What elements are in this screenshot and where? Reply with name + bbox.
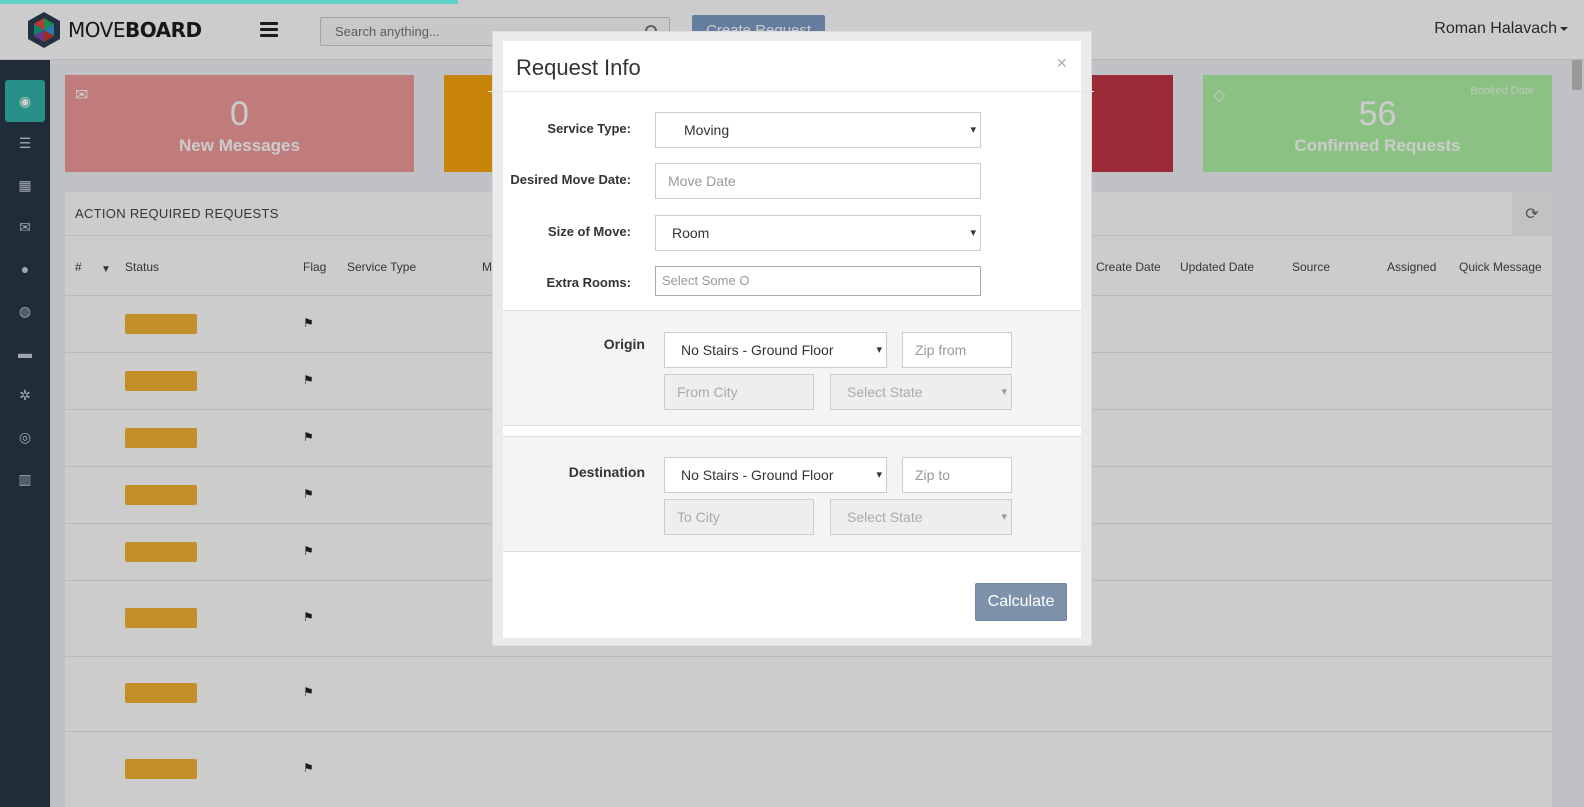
origin-state-select: Select State bbox=[830, 374, 1012, 410]
destination-section: Destination No Stairs - Ground Floor Zip… bbox=[503, 436, 1081, 552]
service-type-select[interactable]: Moving bbox=[655, 112, 981, 148]
origin-section: Origin No Stairs - Ground Floor Zip from… bbox=[503, 310, 1081, 426]
service-type-label: Service Type: bbox=[547, 121, 631, 136]
destination-stairs-select[interactable]: No Stairs - Ground Floor bbox=[664, 457, 887, 493]
destination-title: Destination bbox=[568, 464, 645, 480]
calculate-button[interactable]: Calculate bbox=[975, 583, 1067, 621]
close-icon[interactable]: × bbox=[1056, 53, 1067, 74]
size-of-move-label: Size of Move: bbox=[547, 224, 631, 239]
move-date-input[interactable]: Move Date bbox=[655, 163, 981, 199]
modal-title: Request Info bbox=[516, 55, 641, 80]
to-city-input: To City bbox=[664, 499, 814, 535]
from-city-input: From City bbox=[664, 374, 814, 410]
modal-header-divider bbox=[488, 91, 1094, 92]
zip-to-input[interactable]: Zip to bbox=[902, 457, 1012, 493]
size-of-move-select[interactable]: Room bbox=[655, 215, 981, 251]
destination-state-select: Select State bbox=[830, 499, 1012, 535]
extra-rooms-multiselect[interactable]: Select Some O bbox=[655, 266, 981, 296]
request-info-modal: Request Info × Service Type: Moving Desi… bbox=[488, 31, 1094, 646]
origin-title: Origin bbox=[603, 336, 645, 352]
origin-stairs-select[interactable]: No Stairs - Ground Floor bbox=[664, 332, 887, 368]
extra-rooms-label: Extra Rooms: bbox=[546, 275, 631, 290]
modal-content: Request Info × Service Type: Moving Desi… bbox=[488, 41, 1094, 638]
loading-bar bbox=[0, 0, 458, 4]
page-scrollbar[interactable] bbox=[1572, 60, 1582, 90]
move-date-label: Desired Move Date: bbox=[510, 172, 631, 187]
section-divider bbox=[503, 426, 1081, 436]
zip-from-input[interactable]: Zip from bbox=[902, 332, 1012, 368]
